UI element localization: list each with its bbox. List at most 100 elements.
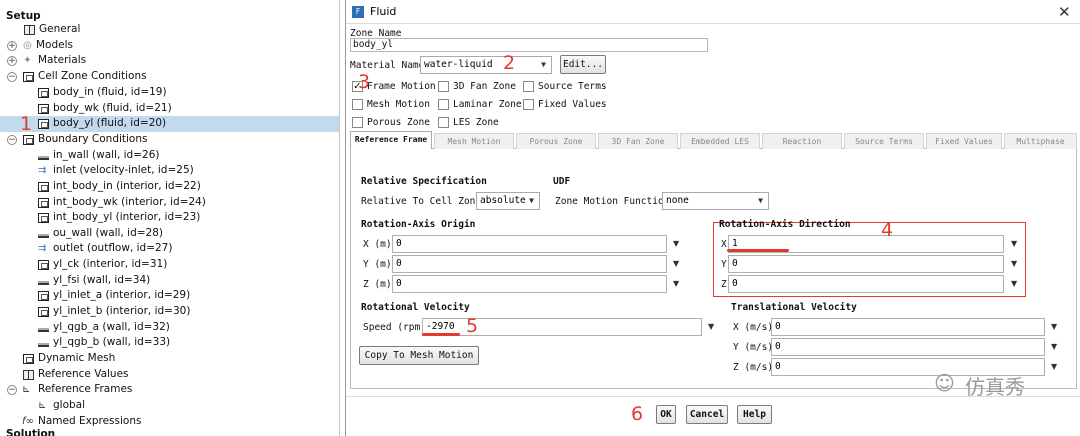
wall-icon: [38, 281, 49, 285]
tree-item-int-body-yl[interactable]: int_body_yl (interior, id=23): [0, 210, 339, 226]
chevron-down-icon[interactable]: ▼: [673, 239, 679, 248]
chevron-down-icon: ▼: [529, 196, 534, 205]
relative-to-dropdown[interactable]: absolute ▼: [476, 192, 540, 210]
trans-x-field[interactable]: 0: [771, 318, 1045, 336]
material-name-dropdown[interactable]: water-liquid ▼: [420, 56, 552, 74]
tree-item-global[interactable]: ⊾ global: [0, 398, 339, 414]
tree-item-inlet[interactable]: ⇉ inlet (velocity-inlet, id=25): [0, 163, 339, 179]
chevron-down-icon[interactable]: ▼: [1051, 342, 1057, 351]
tree-item-reference-values[interactable]: Reference Values: [0, 367, 339, 383]
expand-icon[interactable]: +: [7, 56, 17, 66]
chevron-down-icon[interactable]: ▼: [673, 259, 679, 268]
les-zone-checkbox[interactable]: [438, 117, 449, 128]
tab-reaction[interactable]: Reaction: [762, 133, 842, 149]
watermark-icon: ☺: [934, 371, 955, 395]
chevron-down-icon[interactable]: ▼: [1011, 239, 1017, 248]
tree-item-models[interactable]: + ◎ Models: [0, 38, 339, 54]
function-icon: f∞: [22, 416, 34, 427]
tree-item-body-yl[interactable]: body_yl (fluid, id=20): [0, 116, 339, 132]
tab-reference-frame[interactable]: Reference Frame: [350, 131, 432, 150]
interior-icon: [38, 307, 49, 317]
tree-item-outlet[interactable]: ⇉ outlet (outflow, id=27): [0, 241, 339, 257]
tree-item-materials[interactable]: + ✦ Materials: [0, 53, 339, 69]
fixed-values-label: Fixed Values: [538, 99, 607, 110]
underline-mark: [422, 333, 460, 336]
cancel-button[interactable]: Cancel: [686, 405, 728, 424]
tree-item-int-body-in[interactable]: int_body_in (interior, id=22): [0, 179, 339, 195]
tree-item-in-wall[interactable]: in_wall (wall, id=26): [0, 148, 339, 164]
porous-zone-checkbox[interactable]: [352, 117, 363, 128]
direction-z-field[interactable]: 0: [728, 275, 1004, 293]
outline-tree: Setup General + ◎ Models + ✦ Materials −…: [0, 0, 340, 436]
general-icon: [24, 25, 35, 35]
speed-field[interactable]: -2970: [422, 318, 702, 336]
tree-item-dynamic-mesh[interactable]: Dynamic Mesh: [0, 351, 339, 367]
tree-item-reference-frames[interactable]: − ⊾ Reference Frames: [0, 382, 339, 398]
tab-mesh-motion[interactable]: Mesh Motion: [434, 133, 514, 149]
interior-icon: [38, 260, 49, 270]
material-name-label: Material Name: [350, 60, 425, 71]
tree-item-yl-qgb-a[interactable]: yl_qgb_a (wall, id=32): [0, 320, 339, 336]
tree-item-body-wk[interactable]: body_wk (fluid, id=21): [0, 101, 339, 117]
chevron-down-icon[interactable]: ▼: [1051, 322, 1057, 331]
zone-motion-function-dropdown[interactable]: none ▼: [662, 192, 769, 210]
fan-zone-checkbox[interactable]: [438, 81, 449, 92]
tree-item-yl-qgb-b[interactable]: yl_qgb_b (wall, id=33): [0, 335, 339, 351]
chevron-down-icon[interactable]: ▼: [708, 322, 714, 331]
trans-velocity-title: Translational Velocity: [731, 302, 857, 313]
ok-button[interactable]: OK: [656, 405, 676, 424]
tab-porous-zone[interactable]: Porous Zone: [516, 133, 596, 149]
inlet-icon: ⇉: [38, 165, 47, 176]
close-icon[interactable]: ✕: [1058, 3, 1071, 21]
models-icon: ◎: [23, 40, 32, 51]
tree-item-yl-inlet-a[interactable]: yl_inlet_a (interior, id=29): [0, 288, 339, 304]
origin-y-label: Y (m): [363, 259, 392, 270]
trans-y-field[interactable]: 0: [771, 338, 1045, 356]
origin-y-field[interactable]: 0: [392, 255, 667, 273]
edit-material-button[interactable]: Edit...: [560, 55, 606, 74]
copy-to-mesh-motion-button[interactable]: Copy To Mesh Motion: [359, 346, 479, 365]
tree-item-int-body-wk[interactable]: int_body_wk (interior, id=24): [0, 195, 339, 211]
fixed-values-checkbox[interactable]: [523, 99, 534, 110]
chevron-down-icon[interactable]: ▼: [1011, 259, 1017, 268]
origin-x-field[interactable]: 0: [392, 235, 667, 253]
tab-fixed-values[interactable]: Fixed Values: [926, 133, 1002, 149]
axis-origin-title: Rotation-Axis Origin: [361, 219, 476, 230]
tree-item-cell-zone-conditions[interactable]: − Cell Zone Conditions: [0, 69, 339, 85]
axes-icon: ⊾: [22, 384, 31, 395]
tab-3d-fan-zone[interactable]: 3D Fan Zone: [598, 133, 678, 149]
chevron-down-icon[interactable]: ▼: [673, 279, 679, 288]
chevron-down-icon[interactable]: ▼: [1011, 279, 1017, 288]
tab-source-terms[interactable]: Source Terms: [844, 133, 924, 149]
direction-y-field[interactable]: 0: [728, 255, 1004, 273]
origin-z-field[interactable]: 0: [392, 275, 667, 293]
collapse-icon[interactable]: −: [7, 385, 17, 395]
tree-item-yl-ck[interactable]: yl_ck (interior, id=31): [0, 257, 339, 273]
tree-item-ou-wall[interactable]: ou_wall (wall, id=28): [0, 226, 339, 242]
underline-mark: [727, 249, 789, 252]
chevron-down-icon[interactable]: ▼: [1051, 362, 1057, 371]
expand-icon[interactable]: +: [7, 41, 17, 51]
help-button[interactable]: Help: [737, 405, 772, 424]
cell-zone-icon: [38, 104, 49, 114]
tab-embedded-les[interactable]: Embedded LES: [680, 133, 760, 149]
mesh-motion-checkbox[interactable]: [352, 99, 363, 110]
source-terms-checkbox[interactable]: [523, 81, 534, 92]
rot-velocity-title: Rotational Velocity: [361, 302, 470, 313]
tree-item-body-in[interactable]: body_in (fluid, id=19): [0, 85, 339, 101]
direction-z-label: Z: [721, 279, 727, 290]
tree-item-yl-inlet-b[interactable]: yl_inlet_b (interior, id=30): [0, 304, 339, 320]
collapse-icon[interactable]: −: [7, 72, 17, 82]
laminar-zone-checkbox[interactable]: [438, 99, 449, 110]
tab-multiphase[interactable]: Multiphase: [1004, 133, 1077, 149]
tree-item-boundary-conditions[interactable]: − Boundary Conditions: [0, 132, 339, 148]
cell-zone-icon: [23, 72, 34, 82]
zone-name-field[interactable]: body_yl: [350, 38, 708, 52]
cell-zone-icon: [38, 88, 49, 98]
tree-item-yl-fsi[interactable]: yl_fsi (wall, id=34): [0, 273, 339, 289]
chevron-down-icon: ▼: [758, 196, 763, 205]
dialog-button-bar: 6 OK Cancel Help: [346, 396, 1080, 436]
collapse-icon[interactable]: −: [7, 135, 17, 145]
tree-item-general[interactable]: General: [0, 22, 339, 38]
trans-z-label: Z (m/s): [733, 362, 774, 373]
